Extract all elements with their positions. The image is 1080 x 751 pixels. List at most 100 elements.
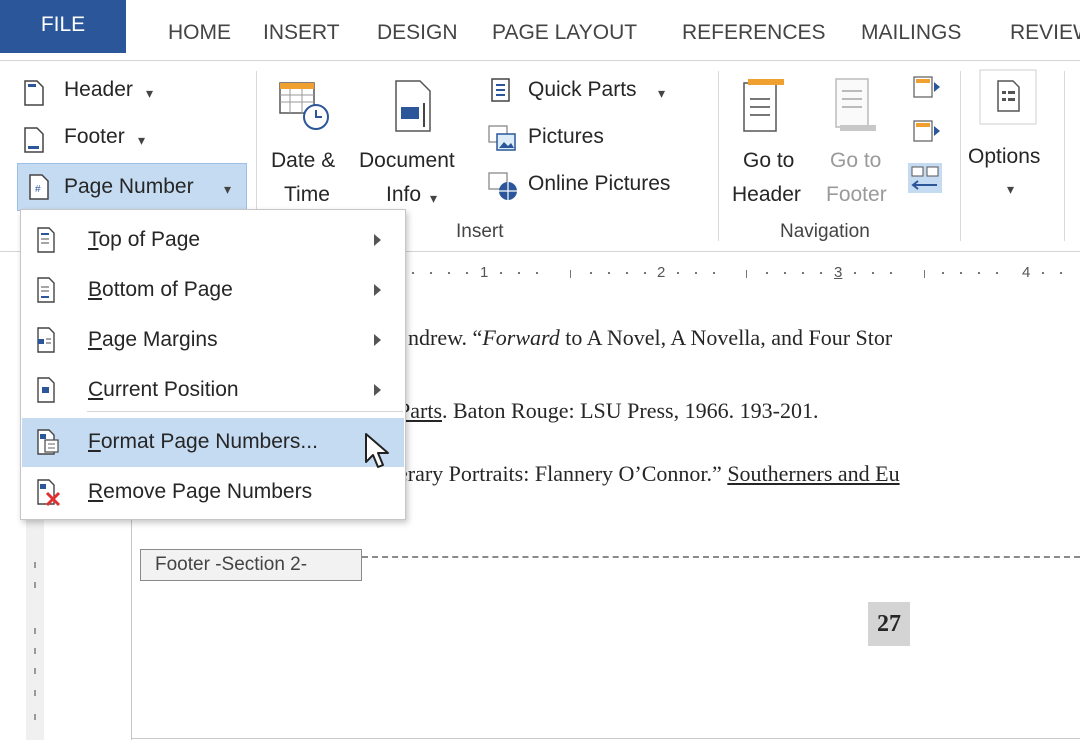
- document-line-1[interactable]: ndrew. “Forward to A Novel, A Novella, a…: [408, 325, 892, 351]
- footer-label: Footer: [64, 125, 125, 148]
- go-to-footer-icon: [835, 78, 876, 131]
- document-info-button[interactable]: Document Info ▾: [356, 75, 478, 215]
- menu-item-label: Remove Page Numbers: [88, 480, 312, 504]
- go-to-header-label-1: Go to: [743, 149, 795, 172]
- document-line-3[interactable]: erary Portraits: Flannery O’Connor.” Sou…: [398, 461, 900, 487]
- menu-item-text: age Margins: [102, 328, 218, 351]
- next-section-icon[interactable]: [912, 119, 942, 145]
- go-to-footer-button: Go to Footer: [822, 75, 902, 215]
- chevron-down-icon: ▾: [146, 85, 154, 101]
- online-pictures-label: Online Pictures: [528, 172, 671, 195]
- accelerator-key: C: [88, 378, 104, 401]
- accelerator-key: T: [88, 228, 99, 251]
- quick-parts-icon: [491, 78, 510, 102]
- go-to-header-icon: [743, 79, 784, 132]
- menu-item-label: Bottom of Page: [88, 278, 233, 302]
- tab-review[interactable]: REVIEW: [1010, 12, 1080, 54]
- menu-item-page-margins[interactable]: Page Margins: [22, 316, 404, 365]
- top-of-page-icon: [37, 227, 55, 253]
- footer-button[interactable]: Footer ▾: [17, 121, 177, 161]
- go-to-footer-label-2: Footer: [826, 183, 887, 206]
- menu-item-format-page-numbers[interactable]: Format Page Numbers...: [22, 418, 404, 467]
- menu-item-label: Format Page Numbers...: [88, 430, 318, 454]
- online-pictures-button[interactable]: Online Pictures: [486, 168, 696, 208]
- submenu-arrow-icon: [374, 284, 381, 296]
- document-info-icon: [395, 80, 431, 132]
- document-info-label-1: Document: [359, 149, 455, 172]
- ruler-ticks: [394, 270, 1062, 278]
- header-button[interactable]: Header ▾: [17, 74, 177, 114]
- accelerator-key: F: [88, 430, 101, 453]
- pictures-icon: [488, 125, 516, 151]
- submenu-arrow-icon: [374, 384, 381, 396]
- menu-item-label: Top of Page: [88, 228, 200, 252]
- menu-item-text: op of Page: [98, 228, 201, 251]
- page-number-button[interactable]: # Page Number ▾: [17, 163, 247, 211]
- document-italic-text: Forward: [482, 325, 560, 350]
- accelerator-key: B: [88, 278, 103, 301]
- go-to-footer-label-1: Go to: [830, 149, 882, 172]
- document-text: erary Portraits: Flannery O’Connor.”: [398, 461, 728, 486]
- mouse-pointer-icon: [365, 433, 389, 468]
- go-to-header-button[interactable]: Go to Header: [728, 75, 814, 215]
- navigation-group-label: Navigation: [780, 221, 870, 242]
- tab-design[interactable]: DESIGN: [377, 12, 458, 54]
- remove-page-numbers-icon: [37, 479, 61, 507]
- chevron-down-icon: ▾: [224, 181, 232, 197]
- pictures-label: Pictures: [528, 125, 604, 148]
- previous-section-icon[interactable]: [912, 75, 942, 101]
- header-label: Header: [64, 78, 133, 101]
- submenu-arrow-icon: [374, 234, 381, 246]
- menu-item-remove-page-numbers[interactable]: Remove Page Numbers: [22, 468, 404, 517]
- chevron-down-icon: ▾: [430, 190, 438, 206]
- horizontal-ruler[interactable]: 1 2 3 4: [380, 262, 1080, 288]
- page-number-dropdown-menu: Top of Page Bottom of Page Page Margins …: [20, 209, 406, 520]
- accelerator-key: R: [88, 480, 104, 503]
- svg-text:#: #: [35, 184, 41, 195]
- tab-file[interactable]: FILE: [0, 0, 126, 53]
- date-time-button[interactable]: Date & Time: [268, 75, 352, 215]
- go-to-header-label-2: Header: [732, 183, 801, 206]
- submenu-arrow-icon: [374, 334, 381, 346]
- page-margins-icon: [37, 327, 55, 353]
- link-to-previous-icon[interactable]: [908, 163, 942, 193]
- menu-item-bottom-of-page[interactable]: Bottom of Page: [22, 266, 404, 315]
- quick-parts-button[interactable]: Quick Parts ▾: [486, 74, 686, 114]
- date-time-label-2: Time: [284, 183, 330, 206]
- page-number-icon: #: [29, 174, 49, 200]
- page-bottom-edge: [131, 738, 1080, 739]
- chevron-down-icon: ▾: [138, 132, 146, 148]
- document-line-2[interactable]: Parts. Baton Rouge: LSU Press, 1966. 193…: [398, 398, 818, 424]
- document-text: to A Novel, A Novella, and Four Stor: [559, 325, 893, 350]
- footer-section-tag: Footer -Section 2-: [140, 549, 362, 581]
- menu-item-current-position[interactable]: Current Position: [22, 366, 404, 415]
- pictures-button[interactable]: Pictures: [486, 121, 686, 161]
- quick-parts-label: Quick Parts: [528, 78, 637, 101]
- menu-item-text: ormat Page Numbers...: [100, 430, 318, 453]
- menu-item-label: Current Position: [88, 378, 239, 402]
- current-position-icon: [37, 377, 55, 403]
- header-icon: [24, 80, 44, 106]
- calendar-clock-icon: [279, 82, 329, 130]
- page-number-label: Page Number: [64, 175, 194, 198]
- document-info-label-2: Info: [386, 183, 422, 206]
- chevron-down-icon: ▾: [1007, 181, 1015, 197]
- options-label: Options: [968, 145, 1041, 168]
- tab-page-layout[interactable]: PAGE LAYOUT: [492, 12, 637, 54]
- options-icon: [979, 69, 1037, 125]
- menu-item-top-of-page[interactable]: Top of Page: [22, 216, 404, 265]
- tab-references[interactable]: REFERENCES: [682, 12, 826, 54]
- page-number-field[interactable]: 27: [868, 602, 910, 646]
- date-time-label-1: Date &: [271, 149, 336, 172]
- tab-insert[interactable]: INSERT: [263, 12, 340, 54]
- menu-item-text: ottom of Page: [102, 278, 233, 301]
- menu-item-text: emove Page Numbers: [103, 480, 313, 503]
- accelerator-key: P: [88, 328, 103, 351]
- insert-group-label: Insert: [456, 221, 504, 242]
- tab-home[interactable]: HOME: [168, 12, 231, 54]
- footer-boundary-line: [362, 556, 1080, 558]
- menu-separator: [87, 411, 403, 412]
- options-button[interactable]: Options ▾: [965, 69, 1060, 219]
- tab-mailings[interactable]: MAILINGS: [861, 12, 961, 54]
- ribbon-tab-bar: FILE HOME INSERT DESIGN PAGE LAYOUT REFE…: [0, 0, 1080, 60]
